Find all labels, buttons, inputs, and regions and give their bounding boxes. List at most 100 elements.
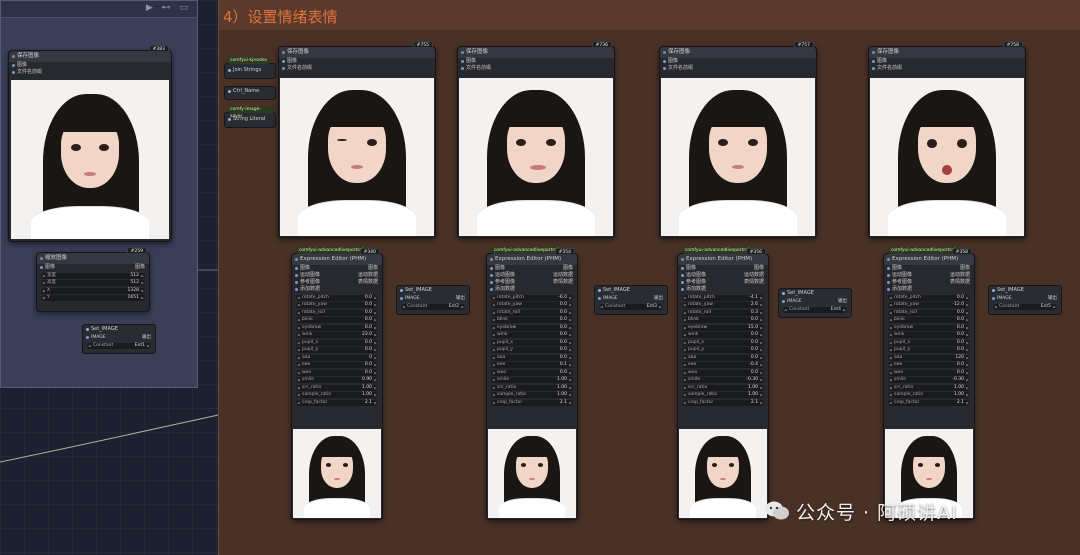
widget-crop-factor[interactable]: crop_factor2.1 [888,399,970,406]
widget-eyebrow[interactable]: eyebrow0.0 [888,324,970,331]
input-filename-prefix[interactable]: 文件名前缀 [660,65,816,72]
widget-rotate-roll[interactable]: rotate_roll0.3 [682,309,764,316]
widget-aaa[interactable]: aaa0.0 [491,354,573,361]
input-filename-prefix[interactable]: 文件名前缀 [279,65,435,72]
set-image-node[interactable]: Set_IMAGE IMAGE输出 ConstantEnt3 [594,285,668,315]
io-port[interactable]: 图像 图像 [884,265,974,272]
widget-eyebrow[interactable]: eyebrow15.0 [682,324,764,331]
expression-editor-node[interactable]: comfyui-advancedliveportrait #340 Expres… [291,247,383,520]
widget-sample-ratio[interactable]: sample_ratio1.00 [296,392,378,398]
widget-rotate-pitch[interactable]: rotate_pitch-4.1 [682,294,764,301]
input-image[interactable]: 图像 [279,58,435,65]
widget-pupil-y[interactable]: pupil_y0.0 [888,347,970,353]
io-port[interactable]: 参考图像 表情数据 [884,279,974,286]
group-title[interactable]: 4）设置情绪表情 [223,6,338,28]
input-filename-prefix[interactable]: 文件名前缀 [458,65,614,72]
image-port[interactable]: IMAGE 输出 [989,295,1061,302]
widget-sample-ratio[interactable]: sample_ratio1.00 [888,392,970,398]
image-port[interactable]: IMAGE 输出 [595,295,667,302]
widget-rotate-yaw[interactable]: rotate_yaw0.0 [296,302,378,308]
widget-wink[interactable]: wink23.0 [296,332,378,338]
io-port[interactable]: 图像 图像 [292,265,382,272]
widget-smile[interactable]: smile-0.30 [682,377,764,383]
set-image-node[interactable]: Set_IMAGE IMAGE输出 ConstantEnt5 [988,285,1062,315]
widget-crop-factor[interactable]: crop_factor2.1 [491,399,573,406]
input-image[interactable]: 图像 [660,58,816,65]
string-literal-node[interactable]: comfy-image-saver String Literal [224,106,276,128]
widget-rotate-roll[interactable]: rotate_roll0.0 [491,309,573,316]
constant-widget[interactable]: ConstantEnt2 [401,303,465,310]
io-port[interactable]: 图像 图像 [487,265,577,272]
widget-pupil-x[interactable]: pupil_x0.0 [491,339,573,346]
io-port[interactable]: 运动图像 运动数据 [678,272,768,279]
widget-blink[interactable]: blink0.0 [296,317,378,323]
set-image-node[interactable]: Set_IMAGE IMAGE输出 ConstantEnt2 [396,285,470,315]
expression-editor-node[interactable]: comfyui-advancedliveportrait #354 Expres… [486,247,578,520]
input-filename-prefix[interactable]: 文件名前缀 [869,65,1025,72]
widget-eee[interactable]: eee0.0 [888,362,970,368]
widget-pupil-y[interactable]: pupil_y0.0 [491,347,573,353]
join-strings-node[interactable]: comfyui-kjnodes Join Strings [224,57,276,79]
io-port[interactable]: 添加数据 [292,286,382,293]
widget-src-ratio[interactable]: src_ratio1.00 [888,384,970,391]
widget-pupil-y[interactable]: pupil_y0.0 [682,347,764,353]
save-image-node-left[interactable]: #383 保存图像 图像 文件名前缀 [8,45,172,242]
widget-pupil-y[interactable]: pupil_y0.0 [296,347,378,353]
widget-smile[interactable]: smile0.90 [296,377,378,383]
constant-widget[interactable]: ConstantEnt3 [599,303,663,310]
save-image-node[interactable]: #755 保存图像 图像 文件名前缀 [278,41,436,238]
widget-wink[interactable]: wink0.0 [491,332,573,338]
widget-rotate-roll[interactable]: rotate_roll0.0 [888,309,970,316]
widget-crop-factor[interactable]: crop_factor2.1 [682,399,764,406]
widget-src-ratio[interactable]: src_ratio1.00 [296,384,378,391]
input-image[interactable]: 图像 [458,58,614,65]
widget-woo[interactable]: woo0.0 [491,369,573,376]
input-image[interactable]: 图像 [869,58,1025,65]
height-widget[interactable]: 高度512 [41,280,145,286]
widget-aaa[interactable]: aaa0 [296,354,378,361]
widget-eee[interactable]: eee0.0 [296,362,378,368]
widget-wink[interactable]: wink0.0 [888,332,970,338]
widget-woo[interactable]: woo0.0 [682,369,764,376]
widget-woo[interactable]: woo0.0 [296,369,378,376]
save-image-node[interactable]: #736 保存图像 图像 文件名前缀 [457,41,615,238]
widget-smile[interactable]: smile-0.30 [888,377,970,383]
set-image-node-left[interactable]: Set_IMAGE IMAGE输出 ConstantEnt1 [82,324,156,354]
widget-wink[interactable]: wink0.0 [682,332,764,338]
scale-image-node[interactable]: #259 缩放图像 图像图像 宽度512 高度512 X1328 Y1651 [36,247,150,312]
widget-rotate-yaw[interactable]: rotate_yaw2.6 [682,302,764,308]
widget-src-ratio[interactable]: src_ratio1.00 [682,384,764,391]
io-port[interactable]: 运动图像 运动数据 [884,272,974,279]
widget-blink[interactable]: blink0.0 [491,317,573,323]
widget-pupil-x[interactable]: pupil_x0.0 [888,339,970,346]
widget-crop-factor[interactable]: crop_factor2.1 [296,399,378,406]
io-port[interactable]: 添加数据 [487,286,577,293]
widget-woo[interactable]: woo0.0 [888,369,970,376]
widget-pupil-x[interactable]: pupil_x0.0 [682,339,764,346]
width-widget[interactable]: 宽度512 [41,272,145,279]
widget-rotate-roll[interactable]: rotate_roll0.0 [296,309,378,316]
constant-widget[interactable]: ConstantEnt5 [993,303,1057,310]
input-image[interactable]: 图像 图像 [37,264,149,271]
io-port[interactable]: 添加数据 [678,286,768,293]
io-port[interactable]: 参考图像 表情数据 [678,279,768,286]
widget-rotate-yaw[interactable]: rotate_yaw0.0 [491,302,573,308]
widget-smile[interactable]: smile1.00 [491,377,573,383]
group-controls-icon[interactable]: ▶ ⊷ ▭ [146,3,191,13]
io-port[interactable]: 图像 图像 [678,265,768,272]
io-port[interactable]: 运动图像 运动数据 [292,272,382,279]
save-image-node[interactable]: #758 保存图像 图像 文件名前缀 [868,41,1026,238]
widget-blink[interactable]: blink0.0 [888,317,970,323]
image-port[interactable]: IMAGE 输出 [83,334,155,341]
input-image[interactable]: 图像 [9,62,171,69]
image-port[interactable]: IMAGE 输出 [779,298,851,305]
widget-rotate-yaw[interactable]: rotate_yaw-12.0 [888,302,970,308]
set-image-node[interactable]: Set_IMAGE IMAGE输出 ConstantEnt4 [778,288,852,318]
widget-eyebrow[interactable]: eyebrow0.0 [296,324,378,331]
widget-eee[interactable]: eee0.1 [491,362,573,368]
widget-blink[interactable]: blink0.0 [682,317,764,323]
widget-sample-ratio[interactable]: sample_ratio1.00 [682,392,764,398]
widget-rotate-pitch[interactable]: rotate_pitch0.0 [296,294,378,301]
image-port[interactable]: IMAGE 输出 [397,295,469,302]
io-port[interactable]: 参考图像 表情数据 [487,279,577,286]
